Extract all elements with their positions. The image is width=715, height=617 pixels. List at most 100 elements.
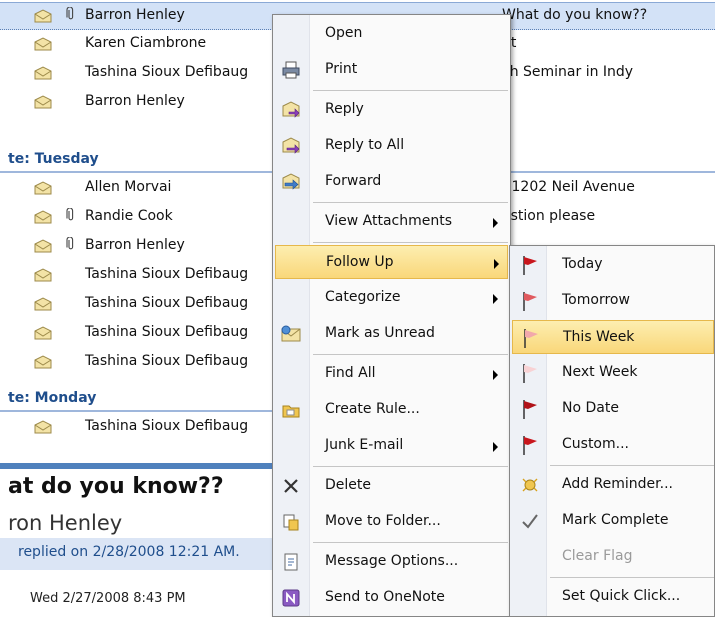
menu-item-label: Follow Up (326, 254, 394, 270)
menu-item-label: Tomorrow (562, 292, 630, 308)
menu-item-label: Reply (325, 101, 364, 117)
group-header-label: te: Monday (8, 390, 97, 406)
envelope-icon (34, 297, 52, 311)
submenu-item-no-date[interactable]: No Date (512, 392, 714, 426)
menu-separator (313, 354, 508, 355)
menu-item-label: Clear Flag (562, 548, 633, 564)
menu-item-find-all[interactable]: Find All (275, 357, 508, 391)
menu-item-label: Forward (325, 173, 382, 189)
submenu-arrow-icon (494, 259, 499, 269)
red-flag-icon (523, 400, 537, 419)
submenu-arrow-icon (493, 370, 498, 380)
submenu-item-tomorrow[interactable]: Tomorrow (512, 284, 714, 318)
menu-item-label: Print (325, 61, 358, 77)
submenu-item-today[interactable]: Today (512, 248, 714, 282)
reply-all-icon (282, 137, 300, 154)
menu-item-move-to-folder[interactable]: Move to Folder... (275, 505, 508, 539)
onenote-icon (282, 589, 300, 607)
menu-separator (313, 90, 508, 91)
follow-up-submenu: Today Tomorrow This Week Next Week No Da… (509, 245, 715, 617)
menu-item-label: Add Reminder... (562, 476, 673, 492)
menu-item-message-options[interactable]: Message Options... (275, 545, 508, 579)
mail-subject: estion please (502, 208, 596, 224)
submenu-item-next-week[interactable]: Next Week (512, 356, 714, 390)
submenu-item-add-reminder[interactable]: Add Reminder... (512, 468, 714, 502)
submenu-arrow-icon (493, 442, 498, 452)
red-flag-icon (523, 256, 537, 275)
menu-item-label: No Date (562, 400, 619, 416)
info-bar[interactable]: replied on 2/28/2008 12:21 AM. (0, 538, 272, 570)
mail-sender: Tashina Sioux Defibaug (85, 353, 249, 369)
envelope-icon (34, 66, 52, 80)
menu-item-send-onenote[interactable]: Send to OneNote (275, 581, 508, 615)
mail-sender: Tashina Sioux Defibaug (85, 324, 249, 340)
menu-item-categorize[interactable]: Categorize (275, 281, 508, 315)
menu-item-label: Mark as Unread (325, 325, 435, 341)
menu-separator (313, 202, 508, 203)
submenu-item-mark-complete[interactable]: Mark Complete (512, 504, 714, 538)
menu-item-mark-unread[interactable]: Mark as Unread (275, 317, 508, 351)
sent-date: Wed 2/27/2008 8:43 PM (30, 591, 186, 606)
submenu-item-clear-flag[interactable]: Clear Flag (512, 540, 714, 574)
reminder-bell-icon (522, 478, 538, 492)
red-flag-icon (523, 292, 537, 311)
menu-separator (313, 466, 508, 467)
menu-item-label: This Week (563, 329, 635, 345)
menu-item-label: Next Week (562, 364, 638, 380)
menu-item-label: Reply to All (325, 137, 405, 153)
move-folder-icon (283, 514, 299, 531)
submenu-item-custom[interactable]: Custom... (512, 428, 714, 462)
menu-item-label: Custom... (562, 436, 629, 452)
mail-subject: - 1202 Neil Avenue (502, 179, 635, 195)
submenu-item-this-week[interactable]: This Week (512, 320, 714, 354)
menu-item-junk-email[interactable]: Junk E-mail (275, 429, 508, 463)
message-options-icon (284, 553, 298, 571)
mail-sender: Barron Henley (85, 93, 185, 109)
reading-pane-subject: at do you know?? (8, 474, 224, 499)
reply-icon (282, 101, 300, 118)
menu-item-print[interactable]: Print (275, 53, 508, 87)
menu-separator (313, 542, 508, 543)
submenu-item-set-quick-click[interactable]: Set Quick Click... (512, 580, 714, 614)
menu-item-label: Set Quick Click... (562, 588, 681, 604)
menu-item-open[interactable]: Open (275, 17, 508, 51)
reading-pane-sender: ron Henley (8, 511, 123, 535)
pale-flag-icon (523, 364, 537, 383)
menu-separator (550, 577, 714, 578)
menu-item-label: Move to Folder... (325, 513, 441, 529)
menu-item-create-rule[interactable]: Create Rule... (275, 393, 508, 427)
mail-sender: Tashina Sioux Defibaug (85, 418, 249, 434)
envelope-icon (34, 268, 52, 282)
envelope-icon (34, 181, 52, 195)
menu-item-label: Send to OneNote (325, 589, 445, 605)
group-header-label: te: Tuesday (8, 151, 99, 167)
menu-item-reply[interactable]: Reply (275, 93, 508, 127)
menu-item-forward[interactable]: Forward (275, 165, 508, 199)
mail-sender: Tashina Sioux Defibaug (85, 266, 249, 282)
menu-item-label: Categorize (325, 289, 401, 305)
mail-subject: ch Seminar in Indy (502, 64, 634, 80)
mail-subject: What do you know?? (502, 7, 648, 23)
menu-item-label: Delete (325, 477, 371, 493)
mail-sender: Tashina Sioux Defibaug (85, 64, 249, 80)
menu-item-label: Message Options... (325, 553, 459, 569)
envelope-icon (34, 420, 52, 434)
menu-item-label: Junk E-mail (325, 437, 404, 453)
context-menu: Open Print Reply Reply to All Forward Vi… (272, 14, 511, 617)
menu-item-label: Find All (325, 365, 376, 381)
attachment-icon (66, 236, 75, 255)
menu-item-label: View Attachments (325, 213, 453, 229)
unread-envelope-icon (281, 325, 301, 342)
menu-item-label: Create Rule... (325, 401, 420, 417)
menu-item-reply-all[interactable]: Reply to All (275, 129, 508, 163)
menu-item-follow-up[interactable]: Follow Up (275, 245, 508, 279)
mail-sender: Karen Ciambrone (85, 35, 207, 51)
menu-item-delete[interactable]: Delete (275, 469, 508, 503)
menu-item-label: Open (325, 25, 363, 41)
envelope-icon (34, 239, 52, 253)
menu-separator (550, 465, 714, 466)
envelope-icon (34, 95, 52, 109)
submenu-arrow-icon (493, 218, 498, 228)
reading-pane-splitter[interactable] (0, 463, 272, 469)
menu-item-view-attachments[interactable]: View Attachments (275, 205, 508, 239)
